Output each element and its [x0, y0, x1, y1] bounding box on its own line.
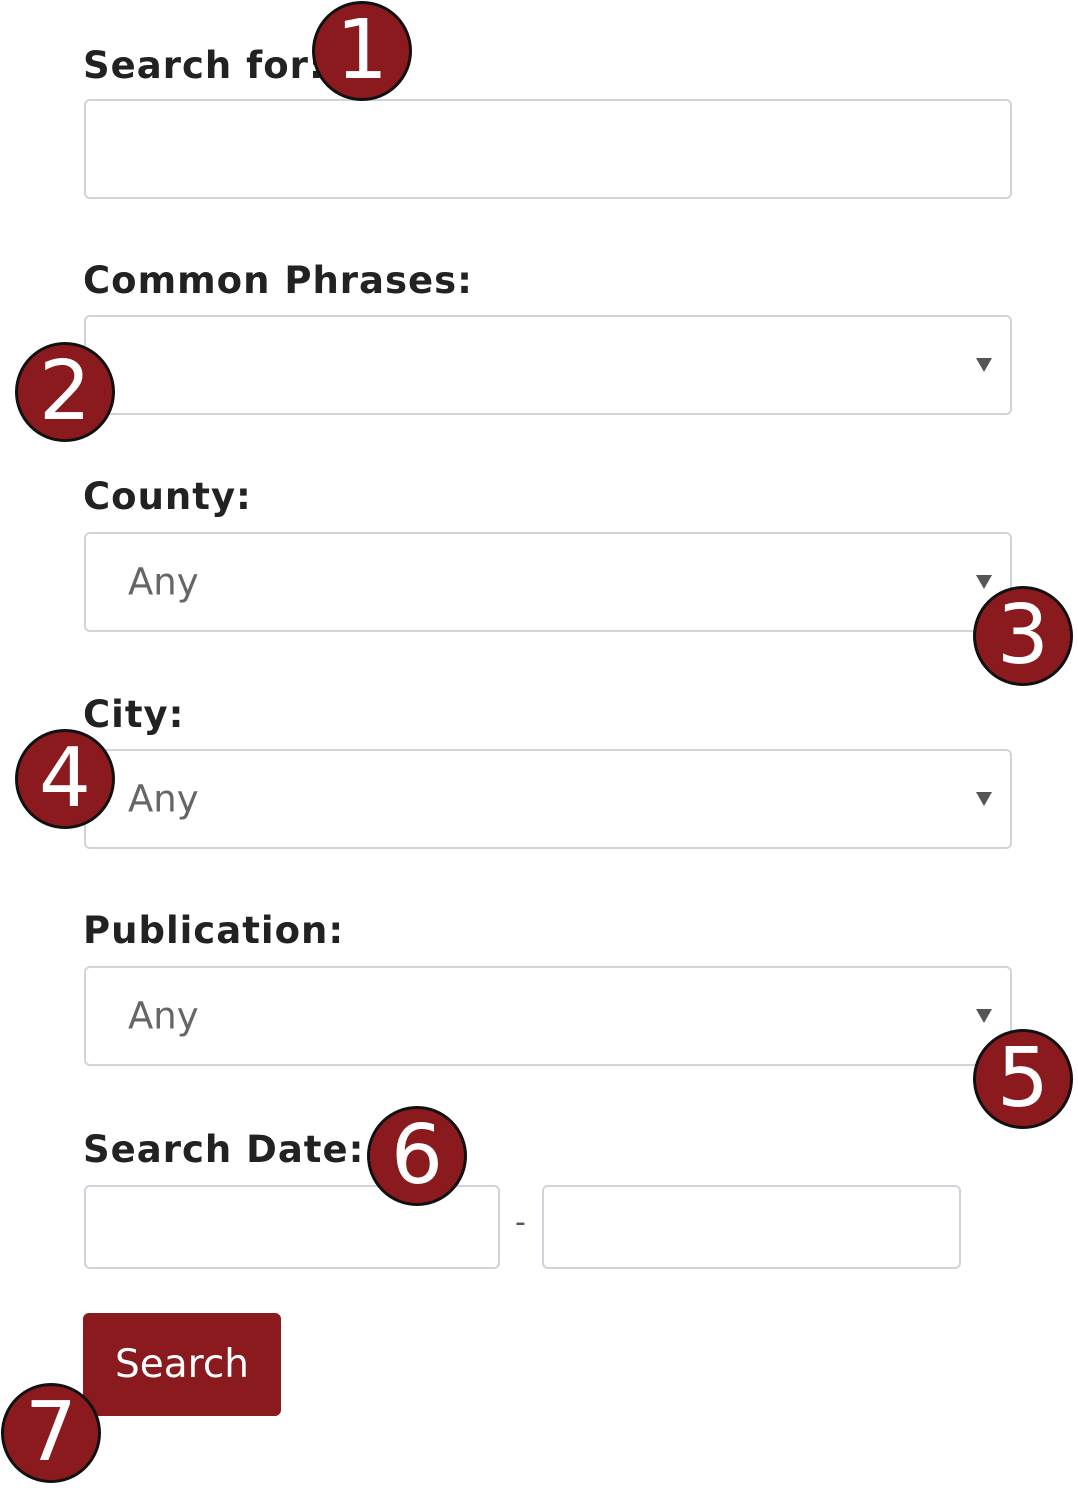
callout-marker-6: 6 — [367, 1106, 467, 1206]
publication-label: Publication: — [83, 909, 345, 952]
callout-marker-5: 5 — [973, 1029, 1073, 1129]
county-selected-value: Any — [128, 560, 199, 604]
callout-marker-2: 2 — [15, 342, 115, 442]
callout-marker-1: 1 — [312, 1, 412, 101]
chevron-down-icon — [976, 792, 992, 806]
city-selected-value: Any — [128, 777, 199, 821]
county-select[interactable]: Any — [84, 532, 1012, 632]
city-select[interactable]: Any — [84, 749, 1012, 849]
chevron-down-icon — [976, 1009, 992, 1023]
callout-marker-4: 4 — [15, 729, 115, 829]
date-range-separator: - — [515, 1205, 526, 1240]
common-phrases-label: Common Phrases: — [83, 259, 473, 302]
callout-marker-3: 3 — [973, 586, 1073, 686]
callout-marker-7: 7 — [1, 1383, 101, 1483]
common-phrases-select[interactable] — [84, 315, 1012, 415]
publication-selected-value: Any — [128, 994, 199, 1038]
county-label: County: — [83, 475, 252, 518]
chevron-down-icon — [976, 358, 992, 372]
search-for-label: Search for: — [83, 44, 325, 87]
chevron-down-icon — [976, 575, 992, 589]
search-date-label: Search Date: — [83, 1128, 365, 1171]
search-button[interactable]: Search — [83, 1313, 281, 1416]
publication-select[interactable]: Any — [84, 966, 1012, 1066]
search-date-to-input[interactable] — [542, 1185, 961, 1269]
search-for-input[interactable] — [84, 99, 1012, 199]
city-label: City: — [83, 693, 185, 736]
